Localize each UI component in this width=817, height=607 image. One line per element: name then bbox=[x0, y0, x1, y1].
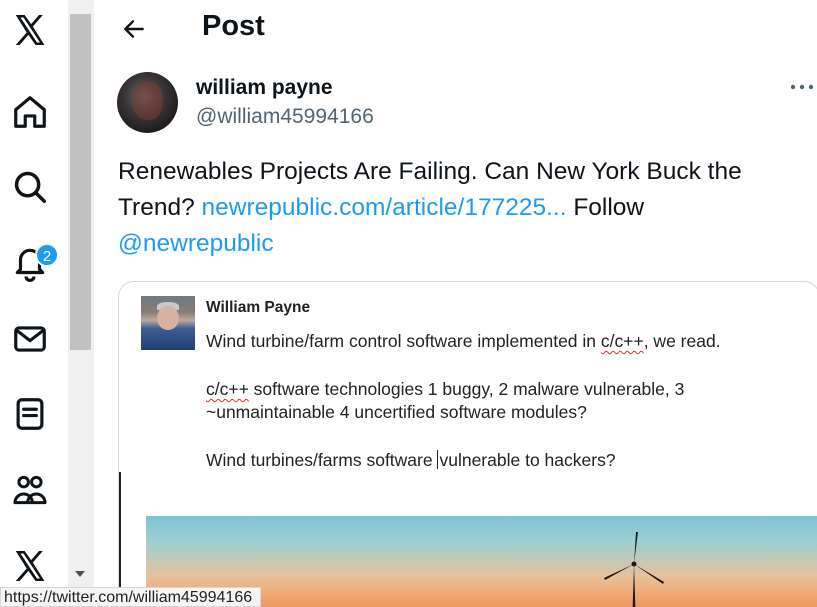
card-text: Wind turbines/farms software bbox=[206, 450, 438, 470]
card-text-line-1: Wind turbine/farm control software imple… bbox=[206, 330, 721, 353]
nav-scrollbar[interactable] bbox=[68, 0, 94, 607]
spellcheck-word: c/c++ bbox=[600, 331, 644, 351]
post-text-follow: Follow bbox=[566, 194, 645, 221]
left-nav: 2 bbox=[0, 0, 68, 607]
wind-turbine-icon bbox=[604, 532, 664, 607]
home-icon[interactable] bbox=[6, 88, 54, 136]
communities-icon[interactable] bbox=[6, 466, 54, 514]
x-logo-icon[interactable] bbox=[6, 6, 54, 54]
post-text: Renewables Projects Are Failing. Can New… bbox=[118, 154, 808, 262]
mention-link[interactable]: @newrepublic bbox=[118, 230, 274, 257]
card-text: Wind turbine/farm control software imple… bbox=[206, 331, 601, 351]
search-icon[interactable] bbox=[6, 163, 54, 211]
author-handle[interactable]: @william45994166 bbox=[196, 105, 374, 129]
more-options-icon[interactable] bbox=[785, 76, 817, 98]
lists-icon[interactable] bbox=[6, 390, 54, 438]
card-author-name: William Payne bbox=[206, 299, 311, 316]
avatar[interactable] bbox=[117, 72, 178, 133]
notification-badge: 2 bbox=[35, 243, 59, 267]
post-detail: Post william payne @william45994166 Rene… bbox=[95, 0, 817, 607]
premium-x-icon[interactable] bbox=[6, 542, 54, 590]
attached-image[interactable]: William Payne Wind turbine/farm control … bbox=[118, 281, 817, 607]
card-text: vulnerable to hackers? bbox=[439, 450, 616, 470]
spellcheck-word: c/c++ bbox=[206, 379, 249, 399]
card-profile-photo bbox=[141, 296, 195, 350]
notifications-icon[interactable]: 2 bbox=[6, 239, 59, 287]
back-arrow-icon[interactable] bbox=[117, 12, 151, 46]
messages-icon[interactable] bbox=[6, 315, 54, 363]
status-bar-url: https://twitter.com/william45994166 bbox=[0, 587, 262, 607]
card-text-line-2: c/c++ software technologies 1 buggy, 2 m… bbox=[206, 378, 684, 401]
card-text-line-4: Wind turbines/farms software vulnerable … bbox=[206, 449, 616, 472]
card-text-line-3: ~unmaintainable 4 uncertified software m… bbox=[206, 402, 587, 422]
scrollbar-thumb[interactable] bbox=[70, 14, 91, 350]
scroll-down-arrow-icon[interactable] bbox=[75, 571, 85, 577]
author-name[interactable]: william payne bbox=[196, 76, 333, 100]
card-text: , we read. bbox=[643, 331, 721, 351]
card-text: software technologies 1 buggy, 2 malware… bbox=[248, 379, 685, 399]
page-title: Post bbox=[202, 10, 265, 42]
article-link[interactable]: newrepublic.com/article/177225... bbox=[202, 194, 567, 221]
